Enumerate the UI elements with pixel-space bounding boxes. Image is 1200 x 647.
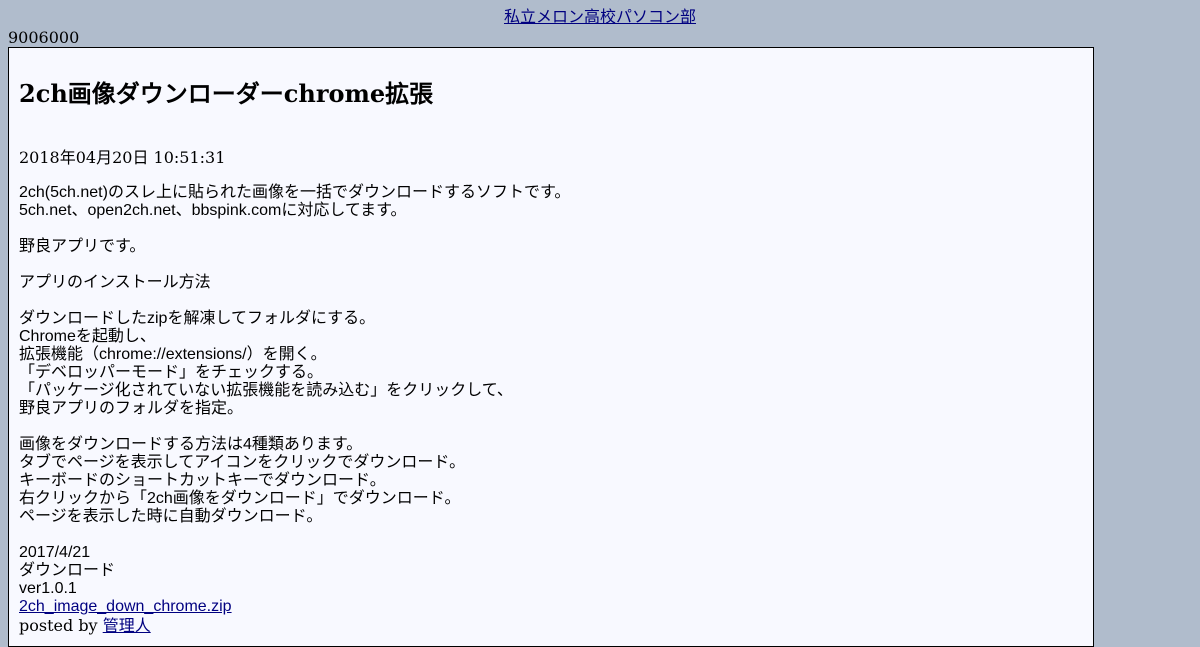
article-title: 2ch画像ダウンローダーchrome拡張 [19, 79, 434, 108]
author-link[interactable]: 管理人 [103, 616, 151, 635]
install-step: 「パッケージ化されていない拡張機能を読み込む」をクリックして、 [19, 382, 513, 399]
article-body: 2ch(5ch.net)のスレ上に貼られた画像を一括でダウンロードするソフトです… [19, 184, 1079, 616]
method-line: タブでページを表示してアイコンをクリックでダウンロード。 [19, 454, 466, 471]
version-label: ver1.0.1 [19, 580, 77, 597]
install-step: Chromeを起動し、 [19, 328, 156, 345]
download-line: 2ch_image_down_chrome.zip [19, 598, 1079, 616]
release-date: 2017/4/21 [19, 544, 91, 561]
method-line: 右クリックから「2ch画像をダウンロード」でダウンロード。 [19, 490, 461, 507]
site-header: 私立メロン高校パソコン部 [0, 7, 1200, 27]
method-line: 画像をダウンロードする方法は4種類あります。 [19, 436, 363, 453]
install-step: 拡張機能（chrome://extensions/）を開く。 [19, 346, 327, 363]
install-step: ダウンロードしたzipを解凍してフォルダにする。 [19, 310, 376, 327]
method-line: キーボードのショートカットキーでダウンロード。 [19, 472, 386, 489]
method-line: ページを表示した時に自動ダウンロード。 [19, 508, 323, 525]
download-label: ダウンロード [19, 562, 116, 579]
note-line: 野良アプリです。 [19, 238, 146, 255]
posted-by: posted by 管理人 [19, 616, 151, 636]
install-step: 「デベロッパーモード」をチェックする。 [19, 364, 324, 381]
site-title-link[interactable]: 私立メロン高校パソコン部 [504, 7, 696, 26]
article-date: 2018年04月20日 10:51:31 [19, 148, 226, 167]
install-step: 野良アプリのフォルダを指定。 [19, 400, 244, 417]
visitor-counter: 9006000 [8, 28, 80, 47]
install-heading: アプリのインストール方法 [19, 274, 211, 291]
intro-line: 2ch(5ch.net)のスレ上に貼られた画像を一括でダウンロードするソフトです… [19, 184, 571, 201]
intro-line: 5ch.net、open2ch.net、bbspink.comに対応してます。 [19, 202, 407, 219]
posted-by-prefix: posted by [19, 616, 98, 635]
download-file-link[interactable]: 2ch_image_down_chrome.zip [19, 598, 232, 615]
